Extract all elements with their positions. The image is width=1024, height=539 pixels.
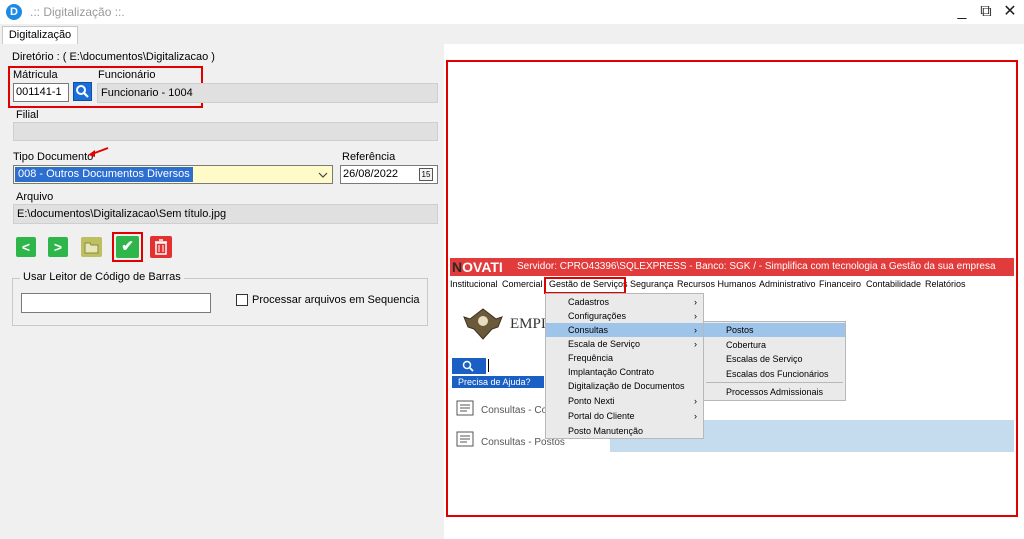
- preview-document-icon: [456, 400, 474, 416]
- tab-digitalizacao[interactable]: Digitalização: [2, 26, 78, 44]
- preview-emblem-icon: [463, 308, 503, 340]
- preview-dd2-item-active: Postos: [704, 323, 845, 337]
- processar-label: Processar arquivos em Sequencia: [252, 294, 420, 306]
- preview-menu-item: Financeiro: [819, 279, 862, 289]
- barcode-input[interactable]: [21, 293, 211, 313]
- chevron-down-icon: [318, 172, 328, 178]
- minimize-button[interactable]: _: [952, 1, 972, 23]
- folder-button[interactable]: [81, 237, 102, 257]
- preview-dd-item-active: Consultas ›: [546, 323, 703, 337]
- preview-dropdown-consultas: Postos Cobertura Escalas de Serviço Esca…: [703, 321, 846, 401]
- referencia-label: Referência: [342, 151, 396, 163]
- preview-search-icon: [462, 360, 474, 372]
- matricula-input[interactable]: 001141-1: [13, 83, 69, 102]
- preview-logo-rest: OVATI: [462, 259, 503, 275]
- folder-icon: [84, 242, 99, 254]
- previous-button[interactable]: <: [16, 237, 36, 257]
- tab-strip: [0, 24, 1024, 44]
- preview-dd2-divider: [706, 382, 843, 383]
- delete-button[interactable]: [150, 236, 172, 258]
- preview-header-text: Servidor: CPRO43396\SQLEXPRESS - Banco: …: [517, 261, 996, 272]
- tipo-documento-label: Tipo Documento: [13, 151, 94, 163]
- window-title: .:: Digitalização ::.: [30, 5, 125, 19]
- preview-dd-item: Cadastros ›: [568, 297, 697, 307]
- preview-menu-highlight: [544, 277, 626, 294]
- close-button[interactable]: ✕: [1000, 1, 1020, 23]
- preview-help-bar: Precisa de Ajuda?: [452, 376, 544, 388]
- preview-search-caret: [488, 359, 489, 372]
- preview-dd2-item: Escalas de Serviço: [726, 354, 803, 364]
- preview-dd2-item: Escalas dos Funcionários: [726, 369, 829, 379]
- app-logo-icon: D: [6, 4, 22, 20]
- preview-dd-item: Digitalização de Documentos: [568, 381, 685, 391]
- preview-consultas-1: Consultas - Co: [481, 405, 548, 416]
- barcode-group-label: Usar Leitor de Código de Barras: [20, 271, 184, 283]
- preview-dd-item: Escala de Serviço ›: [568, 339, 697, 349]
- next-button[interactable]: >: [48, 237, 68, 257]
- referencia-date-input[interactable]: 26/08/2022 15: [340, 165, 438, 184]
- filial-label: Filial: [16, 109, 39, 121]
- preview-dd-item: Ponto Nexti ›: [568, 396, 697, 406]
- arquivo-label: Arquivo: [16, 191, 54, 203]
- confirm-button[interactable]: ✔: [116, 236, 139, 258]
- preview-menubar: Institucional Comercial Gestão de Serviç…: [450, 276, 1014, 292]
- preview-menu-item: Relatórios: [925, 279, 966, 289]
- tipo-documento-select[interactable]: 008 - Outros Documentos Diversos: [13, 165, 333, 184]
- funcionario-field: Funcionario - 1004: [97, 83, 438, 103]
- preview-dd-item: Posto Manutenção: [568, 426, 644, 436]
- title-bar: [0, 0, 1024, 24]
- arquivo-field: E:\documentos\Digitalizacao\Sem título.j…: [13, 204, 438, 224]
- tipo-documento-selected: 008 - Outros Documentos Diversos: [15, 167, 193, 182]
- preview-dd2-item: Processos Admissionais: [726, 387, 824, 397]
- search-icon: [76, 85, 89, 98]
- preview-menu-item: Recursos Humanos: [677, 279, 757, 289]
- funcionario-label: Funcionário: [98, 69, 156, 81]
- referencia-value: 26/08/2022: [343, 168, 399, 180]
- filial-field: [13, 122, 438, 141]
- calendar-icon[interactable]: 15: [419, 168, 433, 181]
- preview-dd-item: Implantação Contrato: [568, 367, 655, 377]
- preview-logo-n: N: [452, 259, 463, 275]
- preview-search-button: [452, 358, 486, 374]
- trash-icon: [155, 239, 167, 255]
- matricula-label: Mátricula: [13, 69, 58, 81]
- processar-checkbox[interactable]: [236, 294, 248, 306]
- preview-logo: NOVATI: [452, 258, 503, 276]
- preview-menu-item: Administrativo: [759, 279, 816, 289]
- red-arrow-icon: [88, 147, 109, 157]
- preview-menu-item: Comercial: [502, 279, 543, 289]
- diretorio-label: Diretório : ( E:\documentos\Digitalizaca…: [12, 51, 215, 63]
- preview-dd2-item: Cobertura: [726, 340, 767, 350]
- preview-dropdown-gestao: Cadastros › Configurações › Consultas › Esc…: [545, 293, 704, 439]
- search-button[interactable]: [73, 82, 92, 101]
- restore-button[interactable]: ⧉: [976, 1, 996, 23]
- preview-emp-text: EMPI: [510, 316, 546, 332]
- preview-menu-item: Segurança: [630, 279, 674, 289]
- preview-menu-item: Institucional: [450, 279, 498, 289]
- preview-document-icon: [456, 431, 474, 447]
- preview-dd-item: Frequência: [568, 353, 614, 363]
- preview-menu-item: Contabilidade: [866, 279, 922, 289]
- preview-dd-item: Portal do Cliente ›: [568, 411, 697, 421]
- preview-dd-item: Configurações ›: [568, 311, 697, 321]
